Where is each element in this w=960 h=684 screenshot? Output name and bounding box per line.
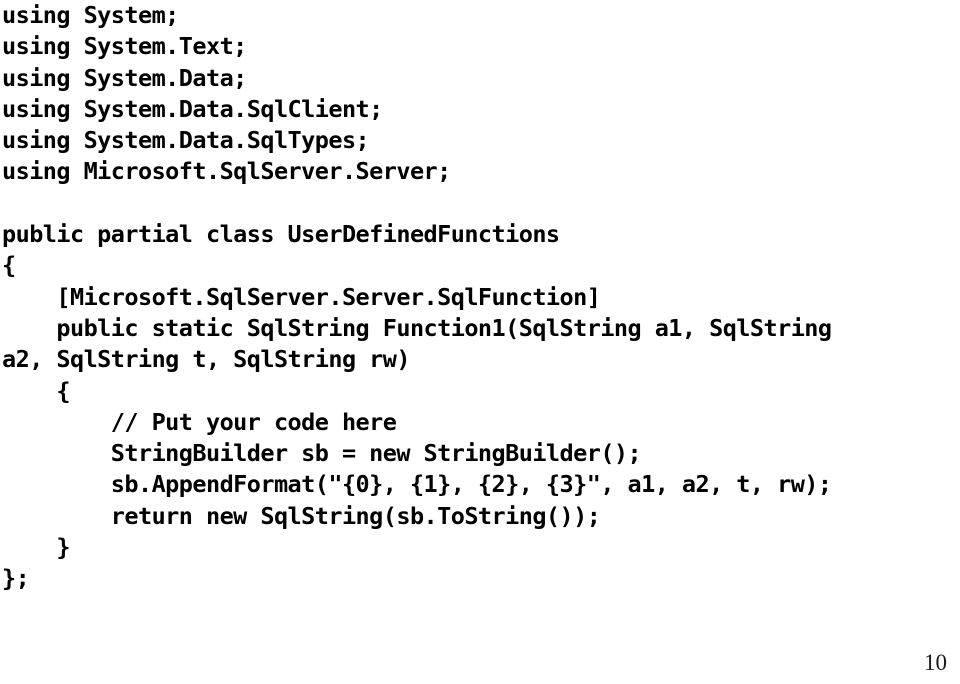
code-line: public static SqlString Function1(SqlStr… [2, 313, 832, 342]
code-line: }; [2, 564, 30, 593]
page-number: 10 [924, 650, 947, 675]
code-line: using Microsoft.SqlServer.Server; [2, 157, 451, 186]
code-line: [Microsoft.SqlServer.Server.SqlFunction] [2, 282, 601, 311]
code-line: StringBuilder sb = new StringBuilder(); [2, 439, 642, 468]
code-line: public partial class UserDefinedFunction… [2, 220, 560, 249]
code-listing: using System; using System.Text; using Sys… [0, 0, 960, 595]
code-line: using System; [2, 1, 179, 29]
code-line: using System.Data.SqlTypes; [2, 126, 370, 155]
code-line: { [2, 251, 16, 280]
slide-page: { "slide": { "background_color": "#fffff… [0, 0, 960, 684]
code-line: } [2, 533, 70, 562]
code-line: a2, SqlString t, SqlString rw) [2, 345, 411, 374]
code-line: using System.Text; [2, 32, 247, 61]
code-line: // Put your code here [2, 407, 397, 436]
code-line: using System.Data.SqlClient; [2, 94, 383, 123]
code-line: sb.AppendFormat("{0}, {1}, {2}, {3}", a1… [2, 470, 832, 499]
code-line: using System.Data; [2, 63, 247, 92]
code-line: return new SqlString(sb.ToString()); [2, 501, 601, 530]
code-line: { [2, 376, 70, 405]
